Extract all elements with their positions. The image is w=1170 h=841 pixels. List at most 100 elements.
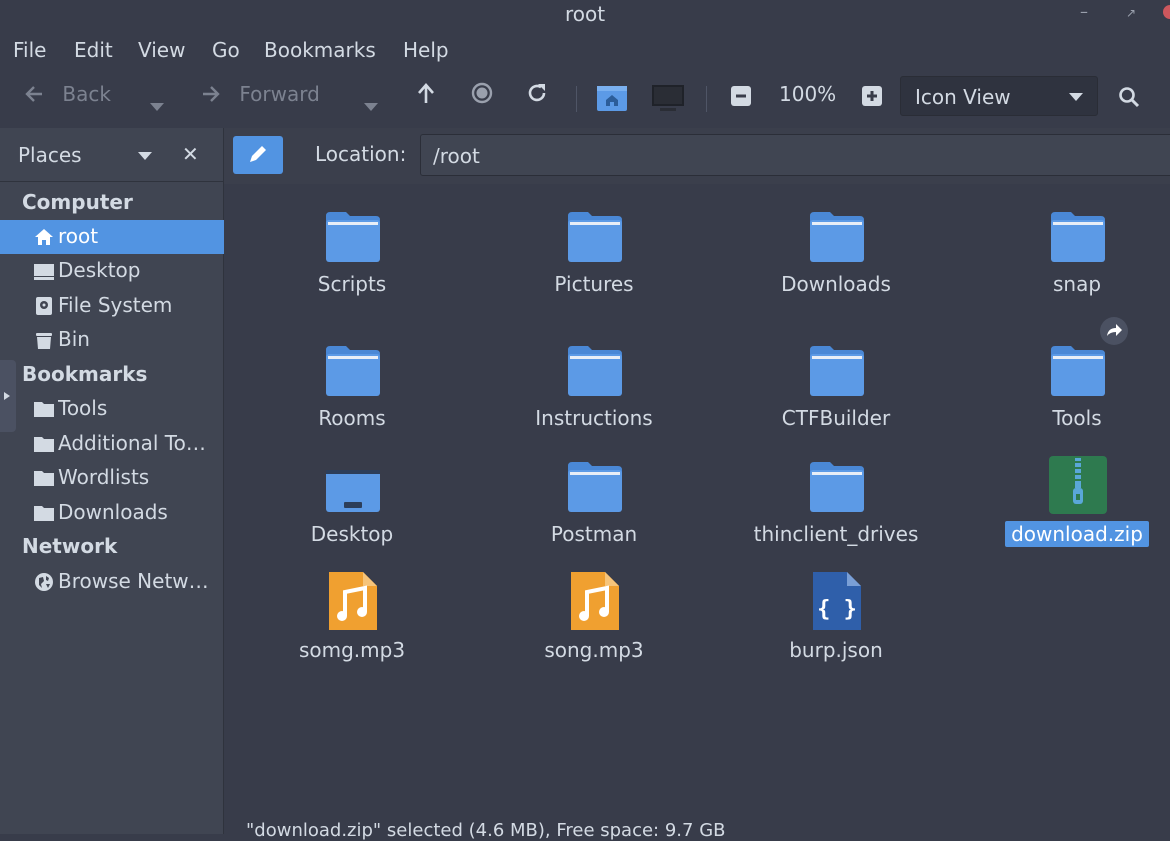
zoom-in-button[interactable] [862, 86, 882, 111]
folder-icon [326, 346, 380, 396]
symlink-arrow-icon [1100, 317, 1128, 345]
sidebar-item-label: Tools [58, 396, 108, 420]
reload-button[interactable] [526, 82, 548, 109]
sidebar-item-label: Browse Netw… [58, 569, 209, 593]
sidebar-item-label: File System [58, 293, 173, 317]
sidebar-header: Places ✕ [0, 128, 224, 182]
file-item[interactable]: Rooms [242, 324, 462, 434]
file-name: Postman [550, 522, 638, 546]
file-name: snap [1052, 272, 1102, 296]
sidebar-item-label: Bin [58, 327, 90, 351]
file-name: Tools [1052, 406, 1102, 430]
maximize-icon[interactable]: ↗ [1126, 6, 1136, 20]
file-item[interactable]: CTFBuilder [726, 324, 946, 434]
sidebar-item-label: Desktop [58, 258, 141, 282]
folder-icon [810, 462, 864, 512]
file-item-selected[interactable]: download.zip [967, 440, 1170, 550]
file-name: somg.mp3 [298, 638, 406, 662]
edit-location-button[interactable] [233, 136, 283, 174]
status-bar: "download.zip" selected (4.6 MB), Free s… [224, 814, 1170, 841]
file-item[interactable]: Instructions [484, 324, 704, 434]
menu-edit[interactable]: Edit [74, 38, 113, 62]
computer-button[interactable] [652, 84, 684, 117]
close-window-icon[interactable] [1160, 4, 1170, 23]
sidebar-resize-handle[interactable] [0, 360, 16, 432]
sidebar-item-label: Additional To… [58, 431, 206, 455]
chevron-down-icon [150, 103, 164, 111]
file-name: Downloads [781, 272, 891, 296]
view-mode-select[interactable]: Icon View [900, 76, 1098, 116]
folder-icon [810, 212, 864, 262]
minus-icon [731, 86, 751, 106]
sidebar-item-tools[interactable]: Tools [0, 392, 224, 426]
location-label: Location: [315, 142, 407, 166]
sidebar-pane-label[interactable]: Places [18, 143, 82, 167]
sidebar-item-downloads[interactable]: Downloads [0, 496, 224, 530]
sidebar-item-additional-tools[interactable]: Additional To… [0, 427, 224, 461]
file-item[interactable]: snap [967, 190, 1170, 300]
back-history-dropdown[interactable] [150, 92, 164, 116]
sidebar-section-bookmarks: Bookmarks [22, 362, 148, 386]
up-button[interactable] [416, 82, 436, 109]
file-item[interactable]: somg.mp3 [242, 556, 462, 666]
folder-icon [34, 506, 54, 521]
file-item[interactable]: Pictures [484, 190, 704, 300]
home-button[interactable] [597, 84, 627, 117]
file-item[interactable]: Desktop [242, 440, 462, 550]
folder-icon [568, 346, 622, 396]
file-icon-view[interactable]: Scripts Pictures Downloads snap Rooms In… [224, 184, 1170, 814]
title-bar[interactable]: root – ↗ [0, 0, 1170, 30]
file-item[interactable]: thinclient_drives [726, 440, 946, 550]
file-item[interactable]: song.mp3 [484, 556, 704, 666]
status-text: "download.zip" selected (4.6 MB), Free s… [246, 820, 726, 841]
chevron-right-icon [4, 392, 10, 400]
desktop-folder-icon [326, 470, 380, 512]
file-item[interactable]: Tools [967, 317, 1170, 434]
folder-icon [568, 462, 622, 512]
file-manager-window: root – ↗ File Edit View Go Bookmarks Hel… [0, 0, 1170, 841]
arrow-up-icon [418, 83, 434, 103]
view-mode-value: Icon View [915, 85, 1011, 109]
zoom-out-button[interactable] [731, 86, 751, 111]
file-name: song.mp3 [544, 638, 644, 662]
menu-view[interactable]: View [138, 38, 185, 62]
close-sidebar-icon[interactable]: ✕ [182, 142, 199, 166]
menu-file[interactable]: File [13, 38, 46, 62]
minimize-icon[interactable]: – [1080, 2, 1088, 21]
toolbar-separator [706, 86, 707, 112]
search-icon [1119, 87, 1140, 108]
sidebar-item-file-system[interactable]: File System [0, 289, 224, 323]
sidebar-item-root[interactable]: root [0, 220, 224, 254]
folder-icon [1051, 212, 1105, 262]
zip-archive-icon [1049, 456, 1107, 514]
menu-help[interactable]: Help [403, 38, 449, 62]
back-button[interactable]: Back [24, 82, 111, 106]
location-bar: Location: /root [224, 128, 1170, 184]
forward-history-dropdown[interactable] [364, 92, 378, 116]
location-input[interactable]: /root [420, 134, 1170, 176]
file-item[interactable]: Postman [484, 440, 704, 550]
sidebar-item-browse-network[interactable]: Browse Netw… [0, 565, 224, 599]
forward-button[interactable]: Forward [201, 82, 320, 106]
sidebar-section-network: Network [22, 534, 118, 558]
forward-label: Forward [239, 82, 320, 106]
folder-icon [34, 471, 54, 486]
sidebar-item-wordlists[interactable]: Wordlists [0, 461, 224, 495]
search-button[interactable] [1118, 86, 1140, 113]
folder-icon [326, 212, 380, 262]
location-value: /root [433, 144, 480, 168]
menu-go[interactable]: Go [212, 38, 240, 62]
file-item[interactable]: { } burp.json [726, 556, 946, 666]
file-name: Pictures [554, 272, 634, 296]
home-folder-icon [597, 86, 627, 111]
file-item[interactable]: Downloads [726, 190, 946, 300]
stop-button[interactable] [471, 82, 493, 109]
file-name: Rooms [318, 406, 386, 430]
home-icon [35, 229, 53, 245]
sidebar-item-bin[interactable]: Bin [0, 323, 224, 357]
menu-bookmarks[interactable]: Bookmarks [264, 38, 376, 62]
file-item[interactable]: Scripts [242, 190, 462, 300]
chevron-down-icon[interactable] [138, 152, 152, 160]
sidebar-item-desktop[interactable]: Desktop [0, 254, 224, 288]
file-name: download.zip [967, 521, 1170, 547]
